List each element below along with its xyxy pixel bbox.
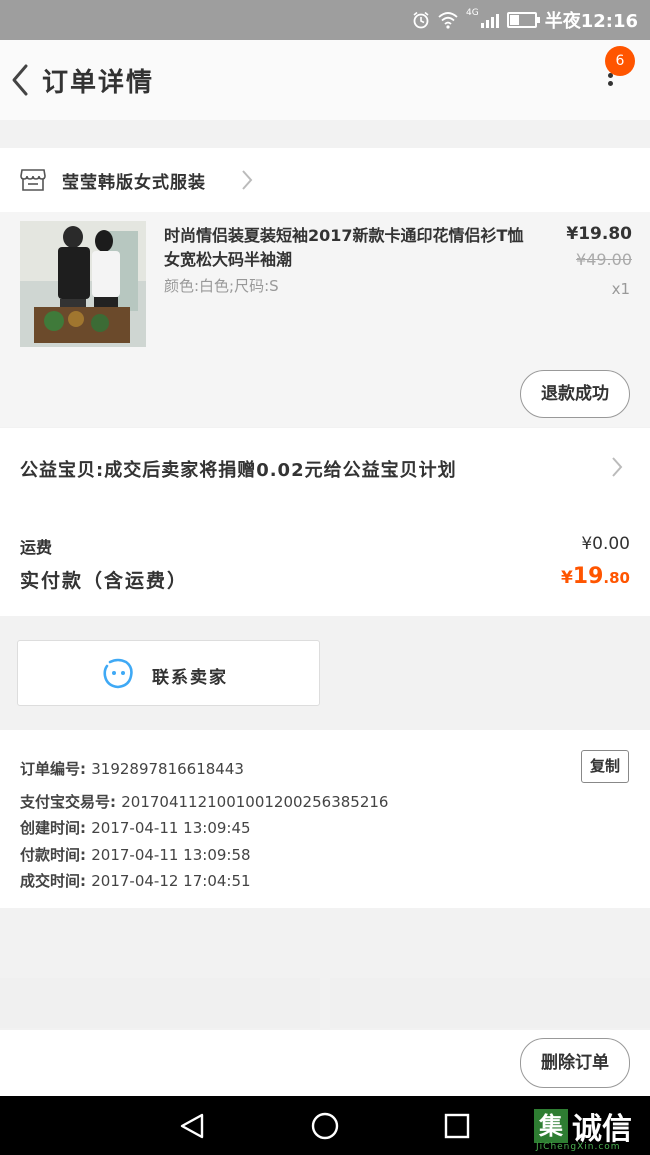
order-number-line: 订单编号: 3192897816618443 [20,758,244,779]
item-quantity: x1 [611,280,630,298]
page-title: 订单详情 [42,68,155,98]
paid-time-label: 付款时间: [20,846,86,864]
message-badge[interactable]: 6 [605,46,635,76]
created-time-label: 创建时间: [20,819,86,837]
contact-seller-label: 联系卖家 [152,668,228,688]
order-info: 订单编号: 3192897816618443 复制 支付宝交易号: 201704… [0,730,650,908]
order-number: 3192897816618443 [91,760,244,778]
charity-text: 公益宝贝:成交后卖家将捐赠0.02元给公益宝贝计划 [20,460,457,481]
status-bar: 4G 半夜12:16 [0,0,650,40]
refund-status-button[interactable]: 退款成功 [520,370,630,418]
nav-recents-icon[interactable] [441,1110,473,1142]
payment-summary: 运费 ¥0.00 实付款（含运费） ¥19.80 [0,508,650,616]
product-image[interactable] [20,221,146,347]
battery-icon [506,12,540,28]
nav-back-icon[interactable] [176,1110,208,1142]
status-icons: 4G 半夜12:16 [412,0,638,40]
delete-order-button[interactable]: 删除订单 [520,1038,630,1088]
order-number-label: 订单编号: [20,760,86,778]
signal-icon [480,12,499,28]
paid-integer: 19 [572,564,604,589]
created-time: 2017-04-11 13:09:45 [91,819,251,837]
item-original-price: ¥49.00 [576,250,632,269]
chevron-right-icon [242,170,253,190]
paid-time: 2017-04-11 13:09:58 [91,846,251,864]
item-price: ¥19.80 [566,224,632,244]
alipay-number-line: 支付宝交易号: 2017041121001001200256385216 [20,791,388,812]
bottom-action-bar: 删除订单 [0,1030,650,1096]
charity-row[interactable]: 公益宝贝:成交后卖家将捐赠0.02元给公益宝贝计划 [0,428,650,508]
placeholder-panel [0,978,320,1028]
shop-row[interactable]: 莹莹韩版女式服装 [0,148,650,212]
paid-decimal: .80 [603,569,630,587]
shop-icon [20,169,46,191]
chevron-right-icon [612,457,623,477]
paid-time-line: 付款时间: 2017-04-11 13:09:58 [20,844,251,865]
item-sku: 颜色:白色;尺码:S [164,277,279,295]
closed-time: 2017-04-12 17:04:51 [91,872,251,890]
order-item[interactable]: 时尚情侣装夏装短袖2017新款卡通印花情侣衫T恤女宽松大码半袖潮 颜色:白色;尺… [0,212,650,427]
contact-seller-button[interactable]: 联系卖家 [17,640,320,706]
shipping-value: ¥0.00 [581,534,630,554]
contact-seller-icon [103,658,133,689]
shop-name: 莹莹韩版女式服装 [62,173,206,193]
closed-time-line: 成交时间: 2017-04-12 17:04:51 [20,870,251,891]
shipping-label: 运费 [20,538,53,557]
item-title[interactable]: 时尚情侣装夏装短袖2017新款卡通印花情侣衫T恤女宽松大码半袖潮 [164,224,534,272]
alipay-number: 2017041121001001200256385216 [121,793,389,811]
alipay-number-label: 支付宝交易号: [20,793,116,811]
paid-symbol: ¥ [560,568,573,588]
page-header: 订单详情 [0,40,650,120]
placeholder-panel [330,978,650,1028]
nav-home-icon[interactable] [309,1110,341,1142]
status-time: 半夜12:16 [544,11,638,32]
paid-amount: ¥19.80 [561,564,630,589]
copy-button[interactable]: 复制 [581,750,629,783]
back-icon[interactable] [6,60,34,100]
watermark-url: JiChengXin.com [536,1142,621,1152]
paid-label: 实付款（含运费） [20,570,189,592]
created-time-line: 创建时间: 2017-04-11 13:09:45 [20,817,251,838]
watermark-logo: 集 [534,1109,568,1143]
alarm-icon [413,11,429,29]
network-type: 4G [466,8,479,18]
closed-time-label: 成交时间: [20,872,86,890]
battery-level [509,15,519,25]
contact-section: 联系卖家 [0,632,650,714]
wifi-icon [438,12,458,29]
